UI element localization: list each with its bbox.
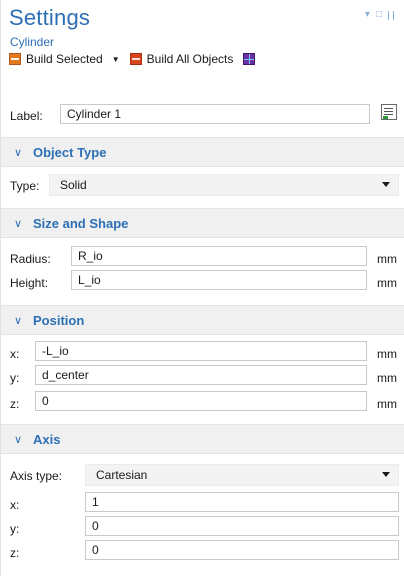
chevron-down-icon[interactable]: ▼ <box>112 55 120 64</box>
position-y-label: y: <box>10 371 20 385</box>
height-label: Height: <box>10 276 49 290</box>
axis-x-input[interactable]: 1 <box>85 492 399 512</box>
position-x-label: x: <box>10 347 20 361</box>
axis-z-label: z: <box>10 546 20 560</box>
build-selected-icon <box>9 53 21 65</box>
chevron-down-icon: ∨ <box>14 315 23 327</box>
height-unit: mm <box>377 276 397 290</box>
label-input[interactable]: Cylinder 1 <box>60 104 370 124</box>
section-title: Axis <box>33 432 61 447</box>
dropdown-arrow-icon <box>382 182 390 187</box>
label-field-label: Label: <box>10 109 43 123</box>
dropdown-arrow-icon <box>382 472 390 477</box>
position-z-label: z: <box>10 397 20 411</box>
radius-unit: mm <box>377 252 397 266</box>
geometry-grid-button[interactable] <box>243 53 256 65</box>
axis-z-input[interactable]: 0 <box>85 540 399 560</box>
page-subtitle: Cylinder <box>10 35 55 49</box>
section-object-type[interactable]: ∨ Object Type <box>1 137 404 167</box>
radius-label: Radius: <box>10 252 51 266</box>
label-edit-icon[interactable] <box>381 104 397 120</box>
type-select-value: Solid <box>60 178 87 192</box>
axis-y-label: y: <box>10 522 20 536</box>
build-selected-button[interactable]: Build Selected ▼ <box>9 52 120 66</box>
chevron-down-icon: ∨ <box>14 147 23 159</box>
chevron-down-icon: ∨ <box>14 434 23 446</box>
position-y-unit: mm <box>377 371 397 385</box>
position-z-input[interactable]: 0 <box>35 391 367 411</box>
window-controls: ▾ □ <box>365 10 394 20</box>
chevron-down-icon: ∨ <box>14 218 23 230</box>
position-x-input[interactable]: -L_io <box>35 341 367 361</box>
axis-type-value: Cartesian <box>96 468 148 482</box>
section-size-and-shape[interactable]: ∨ Size and Shape <box>1 208 404 238</box>
position-z-unit: mm <box>377 397 397 411</box>
build-all-label: Build All Objects <box>146 52 234 66</box>
radius-input[interactable]: R_io <box>71 246 367 266</box>
type-select[interactable]: Solid <box>49 174 399 196</box>
pin-icon[interactable] <box>388 10 394 20</box>
section-axis[interactable]: ∨ Axis <box>1 424 404 454</box>
geometry-grid-icon <box>243 53 256 65</box>
section-title: Size and Shape <box>33 216 129 231</box>
axis-y-input[interactable]: 0 <box>85 516 399 536</box>
section-position[interactable]: ∨ Position <box>1 305 404 335</box>
position-y-input[interactable]: d_center <box>35 365 367 385</box>
dropdown-window-icon[interactable]: ▾ <box>365 10 370 20</box>
build-all-icon <box>129 53 142 65</box>
axis-type-label: Axis type: <box>10 469 63 483</box>
build-all-button[interactable]: Build All Objects <box>129 52 234 66</box>
section-title: Position <box>33 313 85 328</box>
axis-x-label: x: <box>10 498 20 512</box>
section-title: Object Type <box>33 145 107 160</box>
maximize-window-icon[interactable]: □ <box>376 10 382 20</box>
build-selected-label: Build Selected <box>26 52 103 66</box>
axis-type-select[interactable]: Cartesian <box>85 464 399 486</box>
height-input[interactable]: L_io <box>71 270 367 290</box>
page-title: Settings <box>9 5 91 30</box>
toolbar: Build Selected ▼ Build All Objects <box>9 52 265 66</box>
position-x-unit: mm <box>377 347 397 361</box>
type-label: Type: <box>10 179 40 193</box>
settings-panel: Settings Cylinder ▾ □ Build Selected ▼ B… <box>0 0 404 576</box>
